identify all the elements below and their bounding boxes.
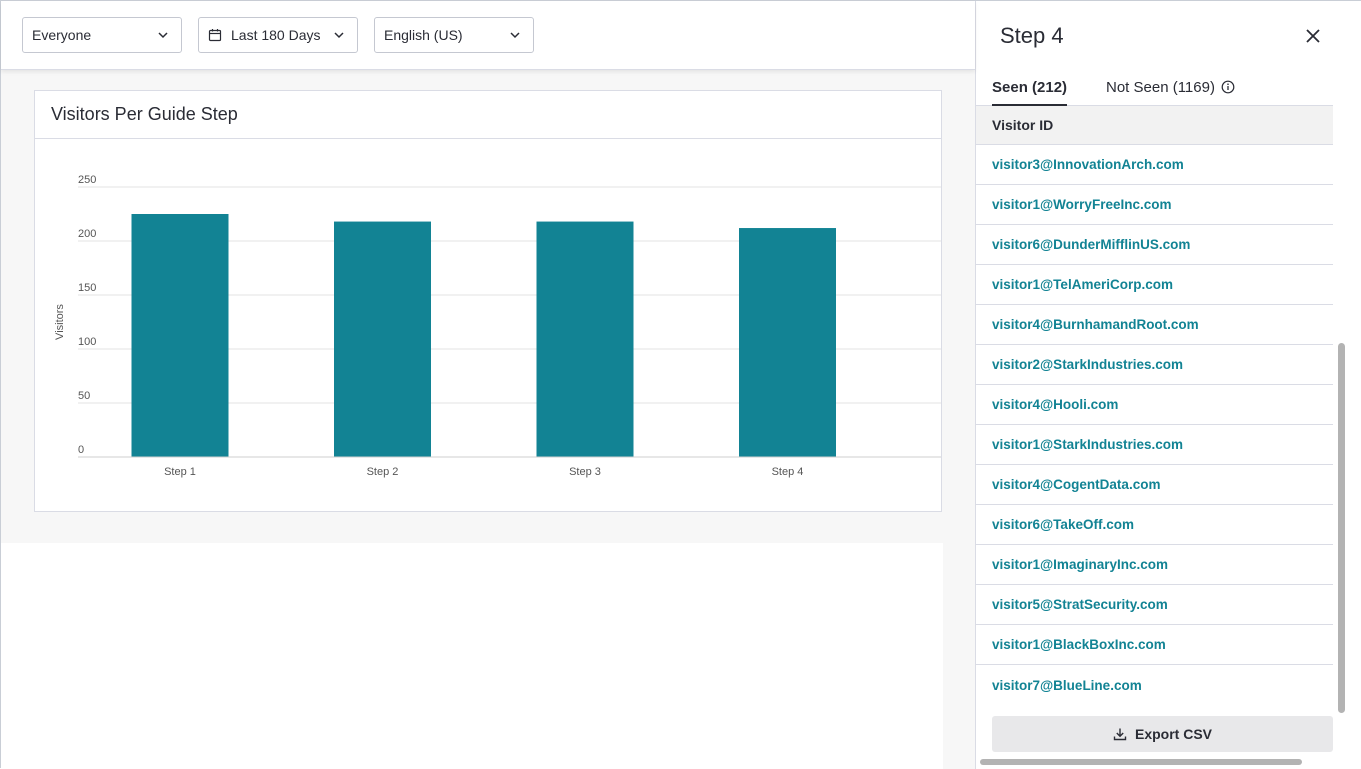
table-row: visitor3@InnovationArch.com — [976, 145, 1333, 185]
y-tick-label: 100 — [78, 336, 96, 348]
gutter — [943, 543, 975, 769]
chart-card: Visitors Per Guide Step 0 50 100 150 200 250 V… — [34, 90, 942, 512]
bar — [536, 221, 634, 457]
table-row: visitor4@BurnhamandRoot.com — [976, 305, 1333, 345]
visitor-id-link[interactable]: visitor4@BurnhamandRoot.com — [992, 317, 1199, 332]
visitor-id-link[interactable]: visitor1@ImaginaryInc.com — [992, 557, 1168, 572]
visitor-id-link[interactable]: visitor5@StratSecurity.com — [992, 597, 1168, 612]
date-range-dropdown[interactable]: Last 180 Days — [198, 17, 358, 53]
visitor-id-link[interactable]: visitor1@BlackBoxInc.com — [992, 637, 1166, 652]
visitor-id-link[interactable]: visitor6@DunderMifflinUS.com — [992, 237, 1190, 252]
visitor-id-link[interactable]: visitor1@WorryFreeInc.com — [992, 197, 1171, 212]
close-icon[interactable] — [1304, 27, 1322, 45]
tab-not-seen-label: Not Seen (1169) — [1106, 79, 1215, 96]
segment-dropdown[interactable]: Everyone — [22, 17, 182, 53]
table-row: visitor1@ImaginaryInc.com — [976, 545, 1333, 585]
chevron-down-icon — [158, 32, 168, 39]
table-row: visitor1@StarkIndustries.com — [976, 425, 1333, 465]
table-row: visitor1@WorryFreeInc.com — [976, 185, 1333, 225]
tab-not-seen[interactable]: Not Seen (1169) — [1106, 79, 1235, 96]
visitor-id-link[interactable]: visitor6@TakeOff.com — [992, 517, 1134, 532]
tab-seen[interactable]: Seen (212) — [992, 79, 1068, 106]
visitor-id-link[interactable]: visitor2@StarkIndustries.com — [992, 357, 1183, 372]
step-details-panel: Step 4 Seen (212) Not Seen (1169) Visito… — [975, 1, 1361, 769]
info-icon[interactable] — [1221, 80, 1235, 94]
visitor-list: visitor3@InnovationArch.com visitor1@Worr… — [976, 145, 1333, 705]
table-row: visitor2@StarkIndustries.com — [976, 345, 1333, 385]
chevron-down-icon — [334, 32, 344, 39]
language-dropdown[interactable]: English (US) — [374, 17, 534, 53]
app-window: Everyone Last 180 Days English (US) Visi… — [0, 0, 1361, 769]
segment-dropdown-label: Everyone — [32, 27, 92, 43]
chevron-down-icon — [510, 32, 520, 39]
visitor-id-link[interactable]: visitor3@InnovationArch.com — [992, 157, 1184, 172]
visitor-id-link[interactable]: visitor1@TelAmeriCorp.com — [992, 277, 1173, 292]
main-content: Everyone Last 180 Days English (US) Visi… — [1, 1, 975, 769]
y-tick-label: 0 — [78, 444, 84, 456]
table-row: visitor6@DunderMifflinUS.com — [976, 225, 1333, 265]
table-row: visitor4@CogentData.com — [976, 465, 1333, 505]
date-range-dropdown-label: Last 180 Days — [231, 27, 321, 43]
bar — [334, 221, 431, 457]
bar — [739, 228, 836, 457]
x-tick-label: Step 3 — [569, 466, 601, 478]
horizontal-scrollbar-thumb[interactable] — [980, 759, 1302, 765]
table-row: visitor5@StratSecurity.com — [976, 585, 1333, 625]
x-tick-label: Step 4 — [772, 466, 804, 478]
vertical-scrollbar-thumb[interactable] — [1338, 343, 1345, 713]
calendar-icon — [208, 29, 222, 42]
visitor-id-link[interactable]: visitor4@CogentData.com — [992, 477, 1160, 492]
export-csv-label: Export CSV — [1134, 726, 1212, 742]
visitor-id-link[interactable]: visitor7@BlueLine.com — [992, 678, 1142, 693]
panel-title: Step 4 — [1000, 23, 1064, 48]
y-tick-label: 200 — [78, 228, 96, 240]
table-row: visitor7@BlueLine.com — [976, 665, 1333, 705]
filter-bar: Everyone Last 180 Days English (US) — [1, 1, 975, 70]
visitor-tabs: Seen (212) Not Seen (1169) — [976, 71, 1333, 106]
y-tick-label: 250 — [78, 174, 96, 186]
visitor-id-link[interactable]: visitor1@StarkIndustries.com — [992, 437, 1183, 452]
export-csv-button[interactable]: Export CSV — [992, 716, 1333, 752]
tab-seen-label: Seen (212) — [992, 79, 1068, 96]
column-header-visitor-id[interactable]: Visitor ID — [992, 117, 1053, 133]
y-tick-label: 50 — [78, 390, 90, 402]
x-tick-label: Step 2 — [367, 466, 399, 478]
chart-card-header: Visitors Per Guide Step — [35, 91, 941, 139]
bar-chart: 0 50 100 150 200 250 Visitors Step 1 Step 2 Step … — [54, 174, 941, 478]
empty-area — [1, 543, 943, 769]
visitor-id-link[interactable]: visitor4@Hooli.com — [992, 397, 1118, 412]
y-axis-label: Visitors — [54, 304, 66, 340]
table-row: visitor1@BlackBoxInc.com — [976, 625, 1333, 665]
chart-title: Visitors Per Guide Step — [51, 104, 238, 124]
x-tick-label: Step 1 — [164, 466, 196, 478]
table-row: visitor6@TakeOff.com — [976, 505, 1333, 545]
table-row: visitor4@Hooli.com — [976, 385, 1333, 425]
bar — [131, 214, 229, 457]
download-icon — [1113, 728, 1127, 741]
y-tick-label: 150 — [78, 282, 96, 294]
table-header: Visitor ID — [976, 106, 1333, 145]
language-dropdown-label: English (US) — [384, 27, 463, 43]
table-row: visitor1@TelAmeriCorp.com — [976, 265, 1333, 305]
